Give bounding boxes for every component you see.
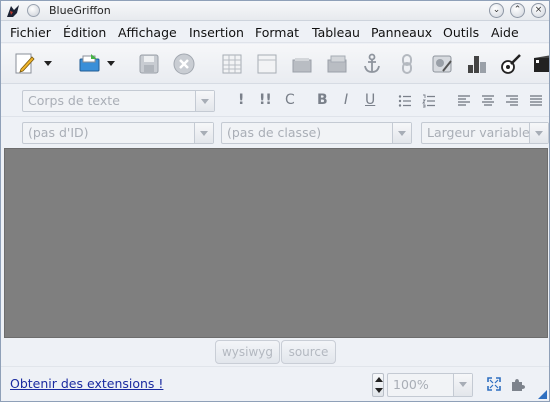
zoom-stepper[interactable] [372,373,384,397]
window-title: BlueGriffon [49,4,111,17]
bullet-list-icon[interactable] [398,94,412,108]
zoom-value: 100% [393,377,429,392]
chevron-down-icon[interactable] [529,123,548,143]
get-extensions-link[interactable]: Obtenir des extensions ! [10,376,163,391]
menu-fichier[interactable]: Fichier [10,25,51,40]
table-icon[interactable] [220,52,244,76]
numbered-list-icon[interactable] [422,94,436,108]
chevron-up-icon: ⌃ [513,5,522,15]
paragraph-style-value: Corps de texte [28,93,120,108]
app-window: BlueGriffon ⌄ ⌃ × Fichier Édition Affich… [0,0,550,402]
close-button[interactable]: × [531,3,546,18]
id-select-value: (pas d'ID) [28,125,89,140]
addon-puzzle-icon[interactable] [510,377,525,392]
style-brush-icon[interactable] [499,52,523,76]
menu-affichage[interactable]: Affichage [118,25,177,40]
align-center-icon[interactable] [481,94,495,108]
anchor-icon[interactable] [360,52,384,76]
menu-edition[interactable]: Édition [63,25,106,40]
video-icon[interactable] [531,52,550,76]
chevron-down-icon[interactable] [392,123,411,143]
zoom-select[interactable]: 100% [387,373,473,397]
menu-outils[interactable]: Outils [443,25,479,40]
chevron-down-icon[interactable] [194,123,213,143]
chevron-down-icon: ⌄ [492,5,501,15]
sticky-icon[interactable] [27,4,40,17]
close-icon: × [534,5,543,15]
menu-aide[interactable]: Aide [491,25,519,40]
bold-button[interactable]: B [317,92,328,108]
width-select-value: Largeur variable [427,125,530,140]
align-left-icon[interactable] [457,94,471,108]
menu-insertion[interactable]: Insertion [189,25,244,40]
chevron-down-icon[interactable] [44,61,52,66]
menu-panneaux[interactable]: Panneaux [371,25,432,40]
tab-source[interactable]: source [281,340,336,364]
open-document-icon[interactable] [78,52,102,76]
chevron-down-icon[interactable] [107,61,115,66]
status-bar: Obtenir des extensions ! 100% [1,366,549,401]
menu-tableau[interactable]: Tableau [312,25,360,40]
strong-emphasis-button[interactable]: !! [259,92,272,108]
save-icon[interactable] [137,52,161,76]
chevron-down-icon[interactable] [453,374,472,396]
chart-icon[interactable] [465,52,489,76]
bluegriffon-logo-icon[interactable] [5,3,21,19]
tab-wysiwyg[interactable]: wysiwyg [215,340,280,364]
underline-button[interactable]: U [365,92,375,108]
image-edit-icon[interactable] [430,52,454,76]
menu-format[interactable]: Format [255,25,299,40]
align-justify-icon[interactable] [529,94,543,108]
resize-grip[interactable] [538,390,547,399]
code-button[interactable]: C [285,92,295,108]
link-icon[interactable] [395,52,419,76]
new-document-icon[interactable] [13,52,37,76]
media-icon[interactable] [325,52,349,76]
emphasis-button[interactable]: ! [238,92,244,108]
italic-button[interactable]: I [344,92,348,108]
stop-icon[interactable] [172,52,196,76]
align-right-icon[interactable] [505,94,519,108]
chevron-down-icon[interactable] [195,91,214,111]
editor-area[interactable] [4,148,548,338]
id-select[interactable]: (pas d'ID) [22,122,214,144]
class-select[interactable]: (pas de classe) [221,122,412,144]
image-icon[interactable] [290,52,314,76]
paragraph-style-select[interactable]: Corps de texte [22,90,215,112]
title-bar: BlueGriffon ⌄ ⌃ × [1,1,549,21]
class-select-value: (pas de classe) [227,125,322,140]
main-toolbar [1,44,549,84]
width-select[interactable]: Largeur variable [421,122,549,144]
menu-bar: Fichier Édition Affichage Insertion Form… [1,22,549,43]
form-icon[interactable] [255,52,279,76]
minimize-button[interactable]: ⌄ [489,3,504,18]
maximize-button[interactable]: ⌃ [510,3,525,18]
fullscreen-icon[interactable] [487,377,501,391]
